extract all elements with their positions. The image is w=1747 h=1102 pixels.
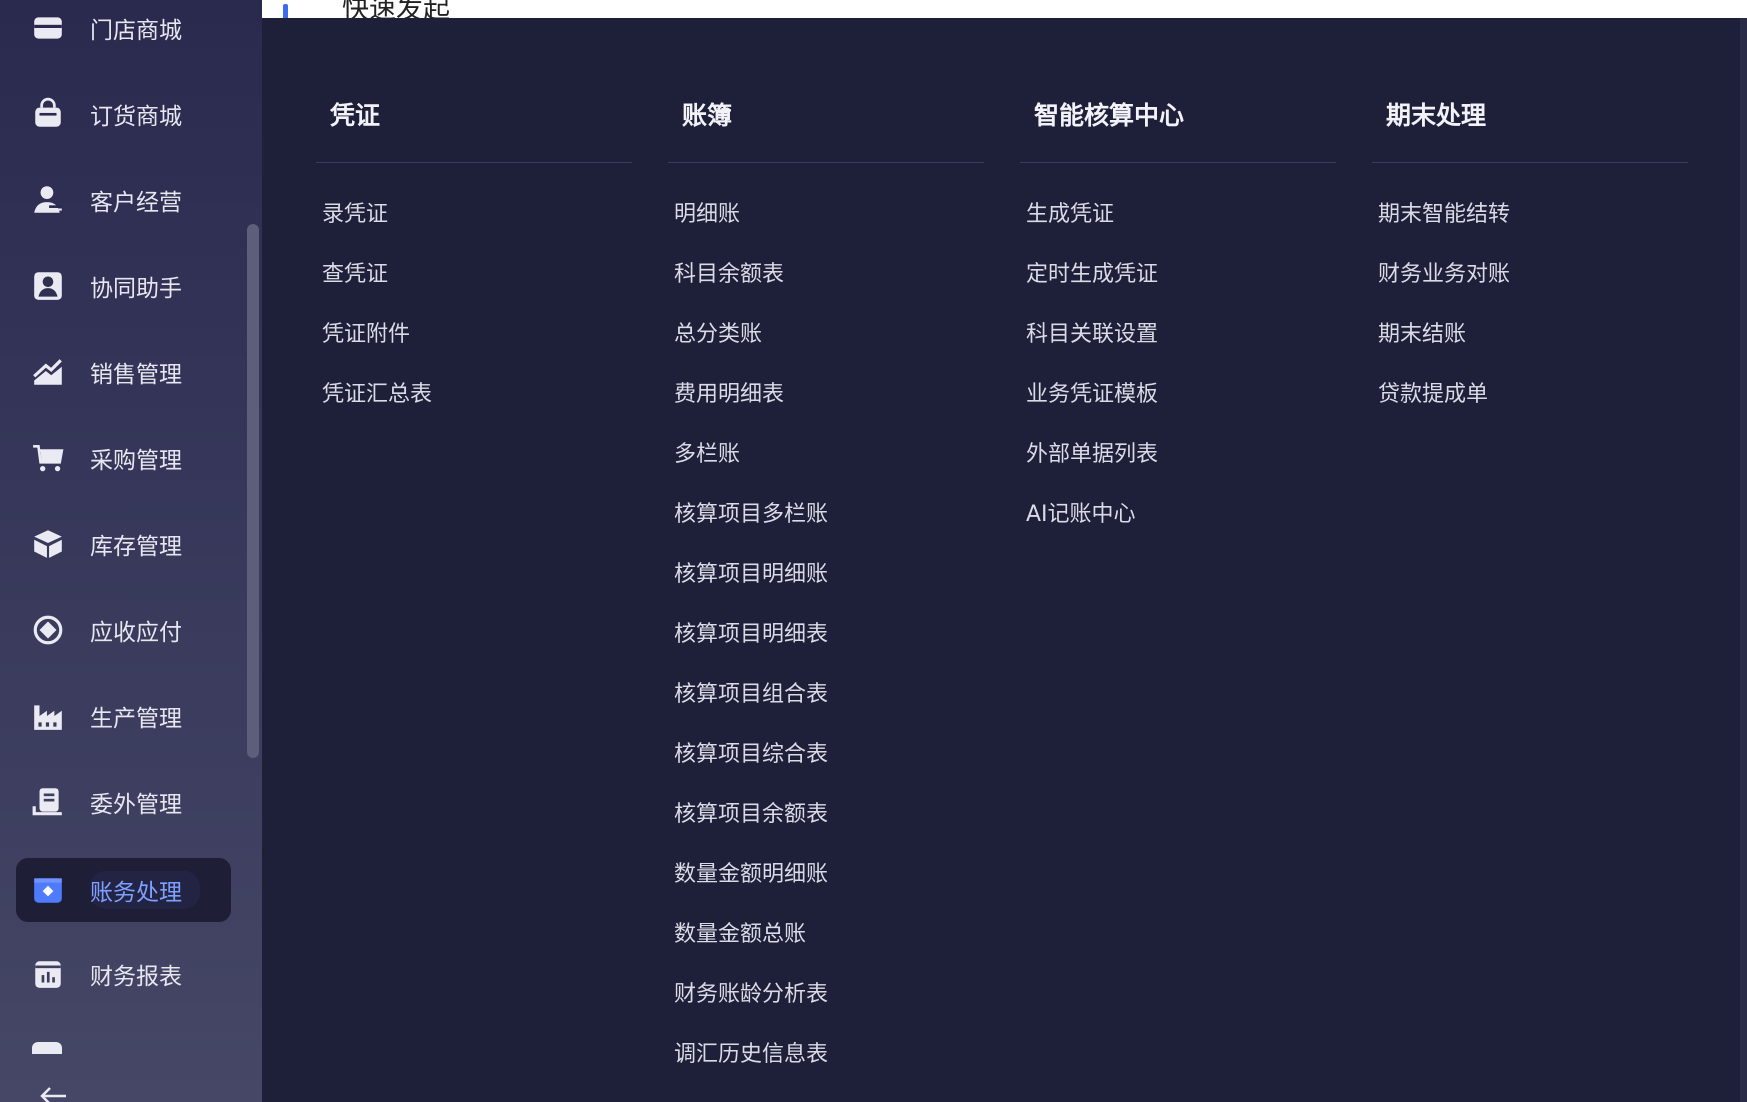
sidebar-item-label: 库存管理 bbox=[90, 534, 182, 560]
menu-link[interactable]: 数量金额明细账 bbox=[674, 858, 828, 892]
sidebar-item-label: 生产管理 bbox=[90, 706, 182, 732]
sidebar-item-reports[interactable]: 财务报表 bbox=[16, 942, 231, 1006]
menu-link[interactable]: 财务业务对账 bbox=[1378, 258, 1510, 292]
sidebar-item-label: 订货商城 bbox=[90, 104, 182, 130]
sidebar-item-label: 协同助手 bbox=[90, 276, 182, 302]
sidebar-item-label: 门店商城 bbox=[90, 18, 182, 44]
menu-link[interactable]: 科目余额表 bbox=[674, 258, 784, 292]
menu-link[interactable]: 期末智能结转 bbox=[1378, 198, 1510, 232]
menu-link[interactable]: 生成凭证 bbox=[1026, 198, 1114, 232]
sidebar-item-label: 应收应付 bbox=[90, 620, 182, 646]
menu-link[interactable]: 核算项目明细账 bbox=[674, 558, 828, 592]
outsource-icon bbox=[28, 782, 68, 822]
column-divider bbox=[1372, 162, 1688, 163]
box-icon bbox=[28, 524, 68, 564]
sidebar: 门店商城 订货商城 客户经营 协同助手 销售管理 采购管理 库存管理 应收应付 … bbox=[0, 0, 262, 1102]
menu-link[interactable]: 核算项目多栏账 bbox=[674, 498, 828, 532]
sidebar-item-collab[interactable]: 协同助手 bbox=[16, 254, 231, 318]
menu-link[interactable]: 凭证附件 bbox=[322, 318, 410, 352]
receivable-icon bbox=[28, 610, 68, 650]
column-divider bbox=[1020, 162, 1336, 163]
menu-link[interactable]: 期末结账 bbox=[1378, 318, 1466, 352]
menu-link[interactable]: 数量金额总账 bbox=[674, 918, 806, 952]
sidebar-item-purchase[interactable]: 采购管理 bbox=[16, 426, 231, 490]
menu-link[interactable]: 核算项目组合表 bbox=[674, 678, 828, 712]
factory-icon bbox=[28, 696, 68, 736]
menu-link[interactable]: 业务凭证模板 bbox=[1026, 378, 1158, 412]
quick-launch-header: 快速发起 bbox=[262, 0, 1747, 18]
menu-link[interactable]: 总分类账 bbox=[674, 318, 762, 352]
ledger-icon bbox=[28, 870, 68, 910]
menu-link[interactable]: 定时生成凭证 bbox=[1026, 258, 1158, 292]
header-accent-bar bbox=[283, 4, 288, 18]
collapse-sidebar-icon[interactable] bbox=[38, 1082, 68, 1102]
menu-link[interactable]: AI记账中心 bbox=[1026, 498, 1136, 532]
column-title: 账簿 bbox=[682, 101, 733, 130]
right-scroll-edge bbox=[1740, 18, 1747, 1102]
customer-icon bbox=[28, 180, 68, 220]
sidebar-item-label: 委外管理 bbox=[90, 792, 182, 818]
menu-link[interactable]: 查凭证 bbox=[322, 258, 388, 292]
sidebar-item-store-mall[interactable]: 门店商城 bbox=[16, 0, 231, 60]
sidebar-item-accounting[interactable]: 账务处理 bbox=[16, 858, 231, 922]
column-title: 凭证 bbox=[330, 101, 381, 130]
sidebar-item-sales[interactable]: 销售管理 bbox=[16, 340, 231, 404]
menu-link[interactable]: 明细账 bbox=[674, 198, 740, 232]
sidebar-item-partial-icon bbox=[32, 1042, 62, 1054]
menu-link[interactable]: 科目关联设置 bbox=[1026, 318, 1158, 352]
sidebar-item-receivable[interactable]: 应收应付 bbox=[16, 598, 231, 662]
menu-link[interactable]: 核算项目明细表 bbox=[674, 618, 828, 652]
sidebar-scrollbar[interactable] bbox=[247, 224, 259, 758]
sidebar-item-label: 采购管理 bbox=[90, 448, 182, 474]
report-icon bbox=[28, 954, 68, 994]
sidebar-item-outsource[interactable]: 委外管理 bbox=[16, 770, 231, 834]
menu-link[interactable]: 核算项目余额表 bbox=[674, 798, 828, 832]
shopping-bag-icon bbox=[28, 94, 68, 134]
sidebar-item-inventory[interactable]: 库存管理 bbox=[16, 512, 231, 576]
column-title: 期末处理 bbox=[1386, 101, 1487, 130]
column-divider bbox=[316, 162, 632, 163]
menu-link[interactable]: 贷款提成单 bbox=[1378, 378, 1488, 412]
menu-link[interactable]: 财务账龄分析表 bbox=[674, 978, 828, 1012]
column-title: 智能核算中心 bbox=[1034, 101, 1185, 130]
menu-link[interactable]: 费用明细表 bbox=[674, 378, 784, 412]
menu-link[interactable]: 核算项目综合表 bbox=[674, 738, 828, 772]
sidebar-item-customer[interactable]: 客户经营 bbox=[16, 168, 231, 232]
contact-card-icon bbox=[28, 266, 68, 306]
store-icon bbox=[28, 8, 68, 48]
menu-link[interactable]: 调汇历史信息表 bbox=[674, 1038, 828, 1072]
menu-link[interactable]: 外部单据列表 bbox=[1026, 438, 1158, 472]
sidebar-item-label: 销售管理 bbox=[90, 362, 182, 388]
sidebar-item-label: 客户经营 bbox=[90, 190, 182, 216]
sales-chart-icon bbox=[28, 352, 68, 392]
app-window: 门店商城 订货商城 客户经营 协同助手 销售管理 采购管理 库存管理 应收应付 … bbox=[0, 0, 1747, 1102]
menu-link[interactable]: 录凭证 bbox=[322, 198, 388, 232]
sidebar-item-production[interactable]: 生产管理 bbox=[16, 684, 231, 748]
menu-link[interactable]: 凭证汇总表 bbox=[322, 378, 432, 412]
column-divider bbox=[668, 162, 984, 163]
accounting-mega-menu: 凭证 录凭证 查凭证 凭证附件 凭证汇总表 账簿 明细账 科目余额表 总分类账 … bbox=[262, 18, 1740, 1102]
menu-link[interactable]: 多栏账 bbox=[674, 438, 740, 472]
sidebar-item-order-mall[interactable]: 订货商城 bbox=[16, 82, 231, 146]
header-title: 快速发起 bbox=[342, 0, 450, 18]
sidebar-item-label: 账务处理 bbox=[90, 871, 200, 909]
sidebar-item-label: 财务报表 bbox=[90, 964, 182, 990]
cart-icon bbox=[28, 438, 68, 478]
